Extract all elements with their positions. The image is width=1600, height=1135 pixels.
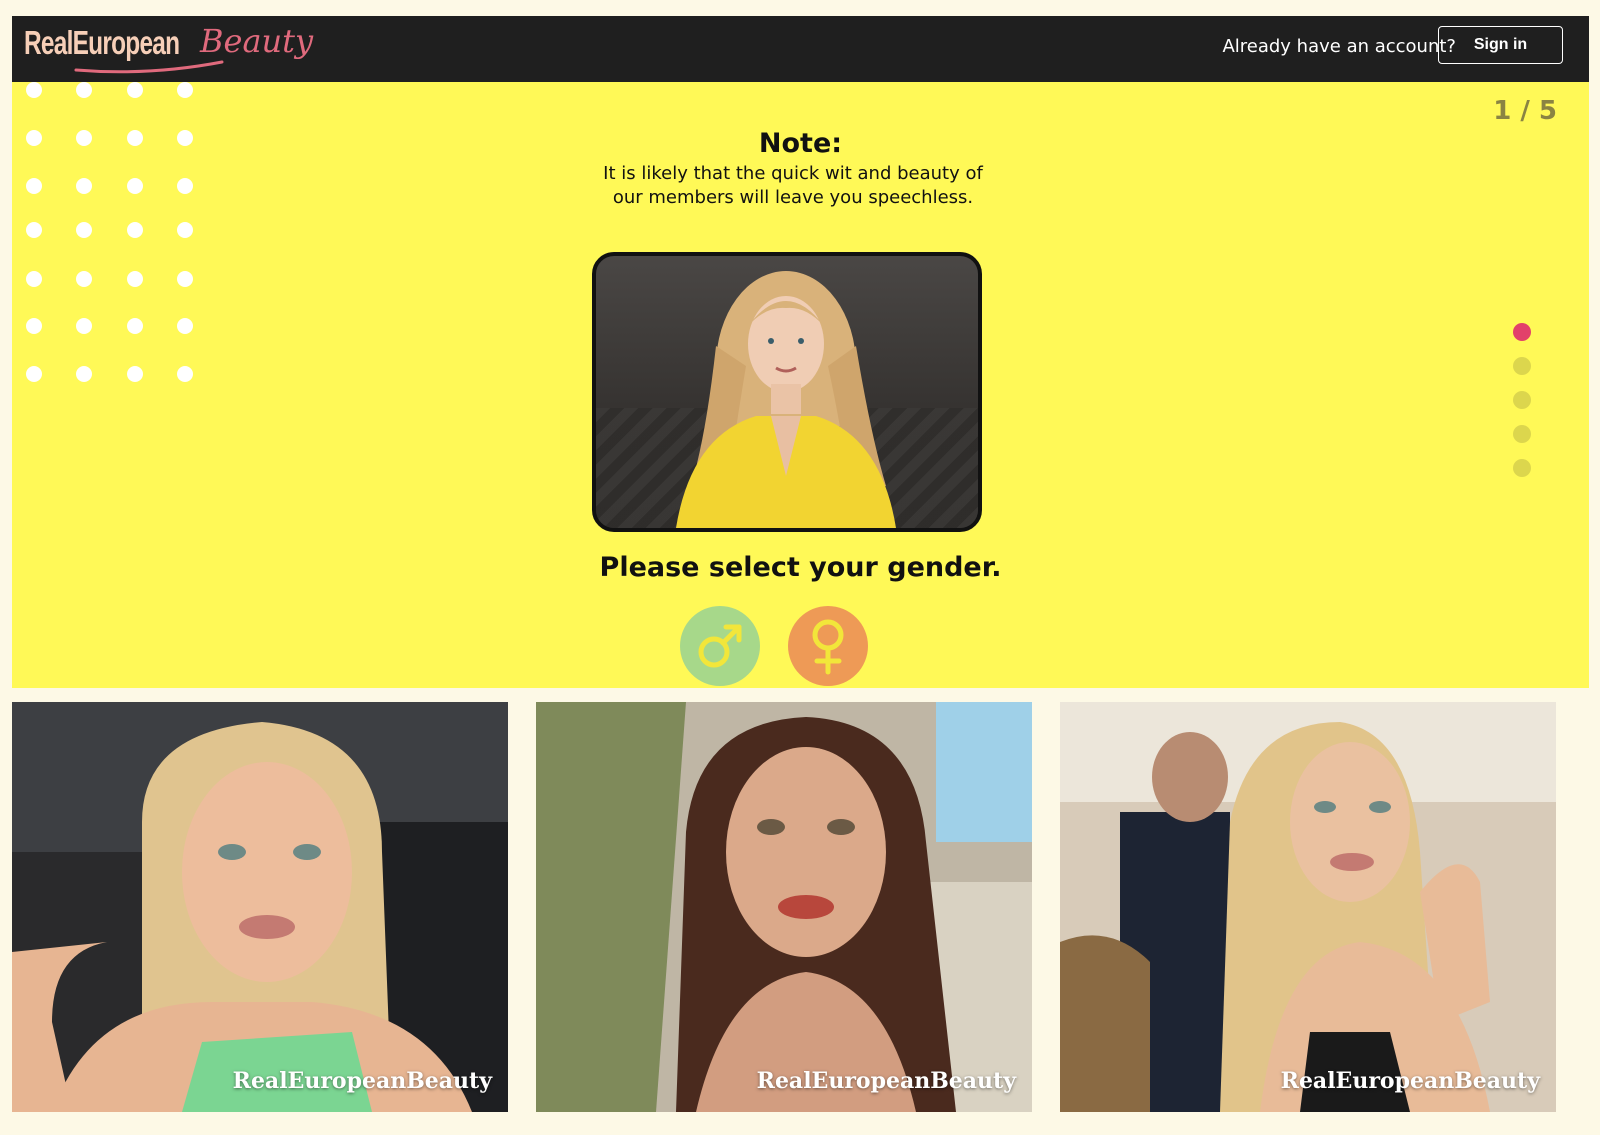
step-indicator	[1513, 323, 1533, 483]
decorative-dot	[76, 271, 92, 287]
decorative-dot	[127, 222, 143, 238]
decorative-dot	[76, 82, 92, 98]
decorative-dot	[26, 318, 42, 334]
gallery-photo-2[interactable]: RealEuropeanBeauty	[536, 702, 1032, 1112]
decorative-dot	[177, 178, 193, 194]
photo-watermark: RealEuropeanBeauty	[756, 1068, 1016, 1094]
note-title: Note:	[758, 128, 843, 159]
decorative-dot	[26, 271, 42, 287]
blonde-woman-cafe-photo	[1060, 702, 1556, 1112]
decorative-dot	[76, 366, 92, 382]
logo-word-realeuropean: RealEuropean	[24, 24, 180, 61]
step-dot-4[interactable]	[1513, 425, 1531, 443]
note-text: It is likely that the quick wit and beau…	[603, 163, 983, 208]
female-option-button[interactable]	[788, 606, 868, 686]
decorative-dot	[177, 271, 193, 287]
decorative-dot	[26, 222, 42, 238]
decorative-dot	[26, 82, 42, 98]
step-dot-2[interactable]	[1513, 357, 1531, 375]
top-bar: RealEuropean Beauty Already have an acco…	[12, 16, 1589, 82]
photo-watermark: RealEuropeanBeauty	[1280, 1068, 1540, 1094]
step-dot-5[interactable]	[1513, 459, 1531, 477]
site-logo[interactable]: RealEuropean Beauty	[24, 20, 324, 78]
brunette-woman-selfie-photo	[536, 702, 1032, 1112]
signup-quiz-panel: RealEuropean Beauty Already have an acco…	[12, 16, 1589, 688]
decorative-dot	[127, 366, 143, 382]
decorative-dot	[127, 82, 143, 98]
gender-question: Please select your gender.	[599, 552, 1002, 583]
featured-member-photo	[592, 252, 982, 532]
decorative-dot	[26, 178, 42, 194]
decorative-dot	[127, 318, 143, 334]
male-symbol-icon	[698, 624, 742, 668]
logo-word-beauty: Beauty	[200, 22, 314, 60]
sign-in-button[interactable]: Sign in	[1438, 26, 1563, 64]
step-dot-3[interactable]	[1513, 391, 1531, 409]
decorative-dot	[26, 366, 42, 382]
already-have-account-text: Already have an account?	[1222, 36, 1456, 57]
photo-watermark: RealEuropeanBeauty	[232, 1068, 492, 1094]
decorative-dot	[76, 178, 92, 194]
logo-swoosh-icon	[74, 60, 224, 74]
decorative-dot	[177, 318, 193, 334]
male-option-button[interactable]	[680, 606, 760, 686]
gallery-photo-3[interactable]: RealEuropeanBeauty	[1060, 702, 1556, 1112]
decorative-dot	[76, 222, 92, 238]
woman-portrait-illustration	[676, 271, 896, 528]
gallery-photo-1[interactable]: RealEuropeanBeauty	[12, 702, 508, 1112]
decorative-dot	[127, 271, 143, 287]
decorative-dot	[177, 222, 193, 238]
decorative-dot	[177, 366, 193, 382]
decorative-dot	[76, 318, 92, 334]
step-counter: 1 / 5	[1493, 96, 1557, 126]
decorative-dot	[177, 82, 193, 98]
blonde-woman-selfie-photo	[12, 702, 508, 1112]
female-symbol-icon	[812, 619, 844, 675]
step-dot-1[interactable]	[1513, 323, 1531, 341]
decorative-dot	[127, 178, 143, 194]
